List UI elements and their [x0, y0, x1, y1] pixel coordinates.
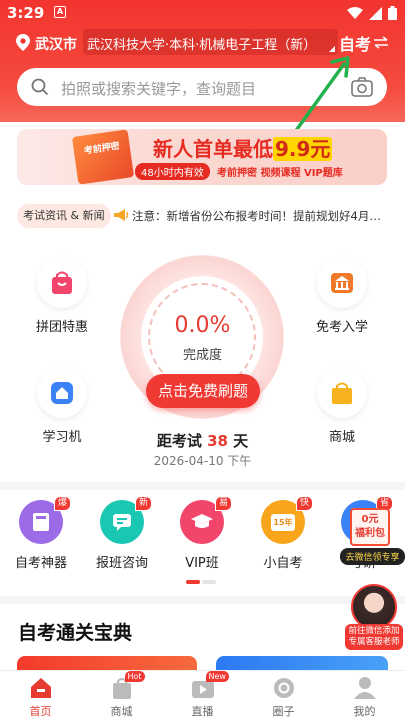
news-text: 注意：新增省份公布报考时间！提前规划好4月考试: [132, 209, 390, 223]
grid-pager: [186, 580, 218, 584]
banner-subtitle: 考前押密 视频课程 VIP题库: [217, 168, 343, 179]
coupon-amount: 0元: [361, 514, 379, 525]
coupon-card: 0元 福利包: [350, 508, 390, 546]
nav-badge: New: [205, 671, 229, 682]
nav-profile[interactable]: 我的: [324, 675, 405, 719]
countdown-days: 38: [207, 432, 228, 450]
pager-dot: [202, 580, 216, 584]
countdown-prefix: 距考试: [156, 432, 202, 450]
notification-a-icon: A: [54, 6, 66, 18]
completion-label: 完成度: [182, 348, 222, 363]
book-label: 考前押密: [83, 141, 121, 157]
exam-date: 2026-04-10 下午: [153, 454, 252, 468]
home-icon: [28, 675, 54, 701]
city-selector[interactable]: 武汉市: [35, 34, 77, 54]
news-tag: 考试资讯 & 新闻: [17, 204, 111, 228]
bottom-nav: 首页 Hot 商城 New 直播 圈子 我的: [0, 670, 405, 721]
advisor-label: 前往微信添加专属客服老师: [345, 624, 403, 650]
nav-mall[interactable]: Hot 商城: [81, 671, 162, 719]
nav-circle[interactable]: 圈子: [243, 675, 324, 719]
book-illustration: 考前押密: [71, 129, 135, 185]
grid-item-exam-tool[interactable]: 爆 自考神器: [1, 496, 81, 571]
grid-badge: 新: [134, 496, 152, 511]
mall-label: 商城: [328, 430, 355, 445]
banner-title: 新人首单最低 9.9元: [153, 133, 333, 162]
location-pin-icon: [16, 34, 30, 51]
book-icon: 爆: [19, 496, 71, 544]
grid-label: 报班咨询: [95, 556, 148, 571]
tv-icon: New: [190, 671, 229, 701]
coupon-label: 去微信领专享: [340, 548, 405, 565]
nav-label: 商城: [110, 705, 133, 718]
status-icons: [347, 6, 397, 20]
graduation-cap-icon: 易: [180, 496, 232, 544]
grid-label: 自考神器: [14, 556, 67, 571]
grid-label: 小自考: [263, 556, 303, 571]
nav-label: 圈子: [272, 705, 295, 718]
calendar-text: 15年: [271, 513, 295, 531]
advisor-float[interactable]: 前往微信添加专属客服老师: [345, 584, 403, 650]
exam-free-label: 免考入学: [315, 320, 368, 335]
search-icon: [31, 78, 49, 96]
coupon-float[interactable]: 0元 福利包 去微信领专享: [340, 508, 405, 570]
progress-area: 0.0% 完成度 点击免费刷题 距考试 38 天 2026-04-10 下午 拼…: [0, 240, 405, 480]
news-ticker[interactable]: 考试资讯 & 新闻 注意：新增省份公布报考时间！提前规划好4月考试: [0, 202, 405, 230]
search-placeholder: 拍照或搜索关键字，查询题目: [61, 80, 257, 98]
banner-title-prefix: 新人首单最低: [153, 137, 273, 161]
grid-label: VIP班: [185, 556, 219, 571]
bank-building-icon: [317, 258, 367, 308]
switch-arrows-icon[interactable]: [373, 36, 389, 49]
study-machine-label: 学习机: [42, 430, 82, 445]
shopping-bag-icon: Hot: [109, 671, 145, 701]
group-buy-label: 拼团特惠: [35, 320, 88, 335]
grid-badge: 易: [214, 496, 232, 511]
shopping-bag-icon: [37, 258, 87, 308]
shopping-bag-icon: [317, 368, 367, 418]
nav-home[interactable]: 首页: [0, 675, 81, 719]
promo-banner[interactable]: 考前押密 新人首单最低 9.9元 48小时内有效 考前押密 视频课程 VIP题库: [17, 129, 387, 185]
section-title: 自考通关宝典: [18, 622, 133, 644]
status-bar: 3:29 A: [0, 0, 405, 26]
grid-item-vip-class[interactable]: 易 VIP班: [162, 496, 242, 571]
status-time: 3:29: [7, 4, 45, 22]
megaphone-icon: [114, 209, 129, 221]
banner-badge: 48小时内有效: [135, 163, 210, 180]
nav-label: 直播: [191, 705, 214, 718]
circle-community-icon: [271, 675, 297, 701]
signal-icon: [369, 6, 382, 20]
nav-live[interactable]: New 直播: [162, 671, 243, 719]
home-screen-icon: [37, 368, 87, 418]
section-divider: [0, 482, 405, 490]
grid-item-class-consult[interactable]: 新 报班咨询: [82, 496, 162, 571]
countdown-unit: 天: [233, 432, 249, 450]
battery-icon: [388, 6, 397, 20]
banner-title-price: 9.9元: [273, 137, 333, 161]
pager-dot-active: [186, 580, 200, 584]
free-practice-button[interactable]: 点击免费刷题: [146, 374, 260, 408]
grid-badge: 快: [295, 496, 313, 511]
user-icon: [352, 675, 378, 701]
nav-label: 首页: [29, 705, 52, 718]
grid-item-small-exam[interactable]: 15年 快 小自考: [243, 496, 323, 571]
exam-free-button[interactable]: 免考入学: [302, 258, 382, 335]
nav-label: 我的: [353, 705, 376, 718]
study-machine-button[interactable]: 学习机: [22, 368, 102, 445]
coupon-title: 福利包: [355, 528, 385, 539]
calendar-icon: 15年 快: [261, 496, 313, 544]
group-buy-button[interactable]: 拼团特惠: [22, 258, 102, 335]
chat-icon: 新: [100, 496, 152, 544]
nav-badge: Hot: [124, 671, 145, 682]
wifi-icon: [347, 6, 363, 19]
grid-badge: 爆: [53, 496, 71, 511]
mall-button[interactable]: 商城: [302, 368, 382, 445]
